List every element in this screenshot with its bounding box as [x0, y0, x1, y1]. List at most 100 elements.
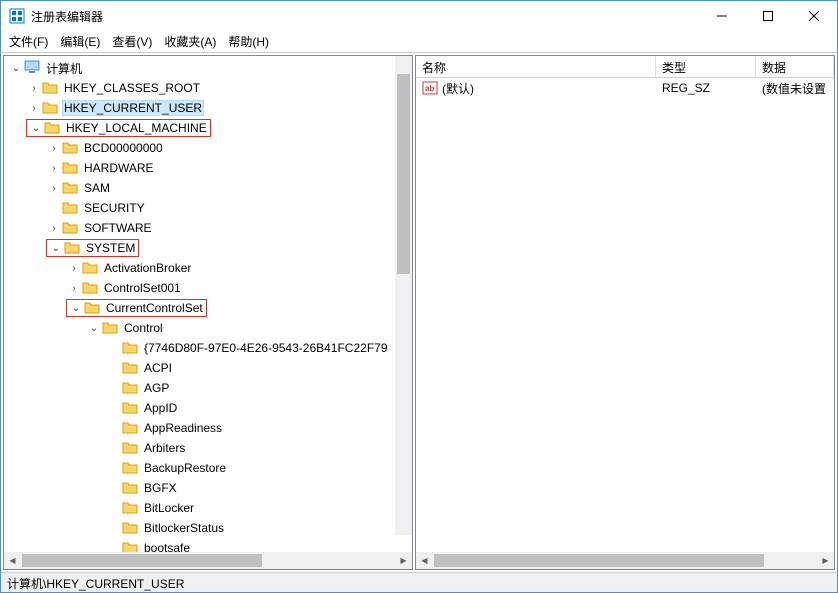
list-header: 名称 类型 数据 — [416, 56, 834, 78]
expander-icon[interactable]: ⌄ — [48, 240, 64, 256]
folder-icon — [122, 520, 138, 536]
folder-icon — [62, 220, 78, 236]
string-value-icon: ab — [422, 80, 438, 96]
scroll-left-arrow-icon[interactable]: ◀ — [416, 552, 433, 569]
tree-item-acpi[interactable]: ACPI — [4, 358, 412, 378]
tree-label: SOFTWARE — [82, 220, 154, 236]
tree-label: BCD00000000 — [82, 140, 165, 156]
tree-item-computer[interactable]: ⌄ 计算机 — [4, 58, 412, 78]
tree-label: Control — [122, 320, 165, 336]
window-controls — [699, 1, 837, 31]
folder-icon — [42, 80, 58, 96]
folder-icon — [42, 100, 58, 116]
tree-item-bitlockerstatus[interactable]: BitlockerStatus — [4, 518, 412, 538]
tree-label: BitlockerStatus — [142, 520, 226, 536]
folder-icon — [82, 260, 98, 276]
expander-icon[interactable]: › — [66, 280, 82, 296]
scroll-right-arrow-icon[interactable]: ▶ — [817, 552, 834, 569]
tree-label: AGP — [142, 380, 171, 396]
scrollbar-thumb[interactable] — [397, 74, 410, 274]
tree-label: SAM — [82, 180, 112, 196]
menu-view[interactable]: 查看(V) — [112, 33, 152, 50]
expander-icon[interactable]: ⌄ — [86, 320, 102, 336]
expander-icon[interactable]: › — [26, 100, 42, 116]
folder-icon — [122, 380, 138, 396]
column-header-name[interactable]: 名称 — [416, 56, 656, 77]
value-data: (数值未设置 — [756, 80, 834, 97]
menu-edit[interactable]: 编辑(E) — [60, 33, 100, 50]
folder-icon — [62, 180, 78, 196]
folder-icon — [122, 440, 138, 456]
scroll-left-arrow-icon[interactable]: ◀ — [4, 552, 21, 569]
tree-item-cs001[interactable]: › ControlSet001 — [4, 278, 412, 298]
tree-label: ACPI — [142, 360, 174, 376]
menu-favorites[interactable]: 收藏夹(A) — [164, 33, 216, 50]
vertical-scrollbar[interactable] — [395, 56, 412, 535]
expander-icon[interactable]: › — [46, 180, 62, 196]
horizontal-scrollbar-left[interactable]: ◀ ▶ — [4, 552, 412, 569]
tree-item-hardware[interactable]: › HARDWARE — [4, 158, 412, 178]
menu-help[interactable]: 帮助(H) — [228, 33, 269, 50]
folder-icon — [62, 160, 78, 176]
folder-icon — [122, 540, 138, 552]
values-pane: 名称 类型 数据 ab (默认) REG_SZ (数值未设置 ◀ ▶ — [415, 55, 835, 570]
tree-item-backuprestore[interactable]: BackupRestore — [4, 458, 412, 478]
expander-icon[interactable]: › — [46, 220, 62, 236]
tree-item-bcd[interactable]: › BCD00000000 — [4, 138, 412, 158]
registry-tree[interactable]: ⌄ 计算机 › HKEY_CLASSES_ROOT › HKEY_CURRENT… — [4, 56, 412, 552]
window-title: 注册表编辑器 — [31, 8, 699, 25]
expander-icon[interactable]: ⌄ — [68, 300, 84, 316]
tree-item-guid[interactable]: {7746D80F-97E0-4E26-9543-26B41FC22F79 — [4, 338, 412, 358]
tree-item-sam[interactable]: › SAM — [4, 178, 412, 198]
tree-label: 计算机 — [44, 59, 84, 78]
tree-item-hklm[interactable]: ⌄ HKEY_LOCAL_MACHINE — [4, 118, 412, 138]
svg-text:ab: ab — [425, 84, 434, 93]
tree-item-bitlocker[interactable]: BitLocker — [4, 498, 412, 518]
scrollbar-thumb[interactable] — [434, 554, 764, 567]
expander-icon[interactable]: › — [66, 260, 82, 276]
tree-item-appreadiness[interactable]: AppReadiness — [4, 418, 412, 438]
tree-label: SYSTEM — [84, 240, 137, 256]
scrollbar-thumb[interactable] — [22, 554, 262, 567]
folder-icon — [122, 480, 138, 496]
folder-icon — [64, 240, 80, 256]
expander-icon[interactable]: › — [26, 80, 42, 96]
tree-item-appid[interactable]: AppID — [4, 398, 412, 418]
maximize-button[interactable] — [745, 1, 791, 31]
menu-file[interactable]: 文件(F) — [9, 33, 48, 50]
tree-item-control[interactable]: ⌄ Control — [4, 318, 412, 338]
tree-item-activation[interactable]: › ActivationBroker — [4, 258, 412, 278]
close-button[interactable] — [791, 1, 837, 31]
horizontal-scrollbar-right[interactable]: ◀ ▶ — [416, 552, 834, 569]
tree-item-arbiters[interactable]: Arbiters — [4, 438, 412, 458]
tree-item-ccs[interactable]: ⌄ CurrentControlSet — [4, 298, 412, 318]
tree-item-software[interactable]: › SOFTWARE — [4, 218, 412, 238]
list-row[interactable]: ab (默认) REG_SZ (数值未设置 — [416, 78, 834, 98]
expander-icon[interactable]: › — [46, 160, 62, 176]
statusbar-path: 计算机\HKEY_CURRENT_USER — [7, 577, 184, 591]
tree-item-agp[interactable]: AGP — [4, 378, 412, 398]
tree-item-system[interactable]: ⌄ SYSTEM — [4, 238, 412, 258]
expander-icon[interactable]: ⌄ — [28, 120, 44, 136]
expander-icon[interactable]: ⌄ — [8, 60, 24, 76]
tree-label: HKEY_CLASSES_ROOT — [62, 80, 202, 96]
folder-icon — [122, 360, 138, 376]
tree-item-hkcr[interactable]: › HKEY_CLASSES_ROOT — [4, 78, 412, 98]
list-body[interactable]: ab (默认) REG_SZ (数值未设置 — [416, 78, 834, 552]
scroll-right-arrow-icon[interactable]: ▶ — [395, 552, 412, 569]
tree-item-security[interactable]: SECURITY — [4, 198, 412, 218]
statusbar: 计算机\HKEY_CURRENT_USER — [1, 572, 837, 592]
folder-icon — [62, 200, 78, 216]
tree-item-bootsafe[interactable]: bootsafe — [4, 538, 412, 552]
tree-label: ControlSet001 — [102, 280, 183, 296]
column-header-type[interactable]: 类型 — [656, 56, 756, 77]
tree-label: HKEY_CURRENT_USER — [62, 100, 204, 116]
tree-label: {7746D80F-97E0-4E26-9543-26B41FC22F79 — [142, 340, 390, 356]
menubar: 文件(F) 编辑(E) 查看(V) 收藏夹(A) 帮助(H) — [1, 31, 837, 53]
tree-item-hkcu[interactable]: › HKEY_CURRENT_USER — [4, 98, 412, 118]
minimize-button[interactable] — [699, 1, 745, 31]
column-header-data[interactable]: 数据 — [756, 56, 834, 77]
tree-item-bgfx[interactable]: BGFX — [4, 478, 412, 498]
expander-icon[interactable]: › — [46, 140, 62, 156]
tree-label: SECURITY — [82, 200, 147, 216]
